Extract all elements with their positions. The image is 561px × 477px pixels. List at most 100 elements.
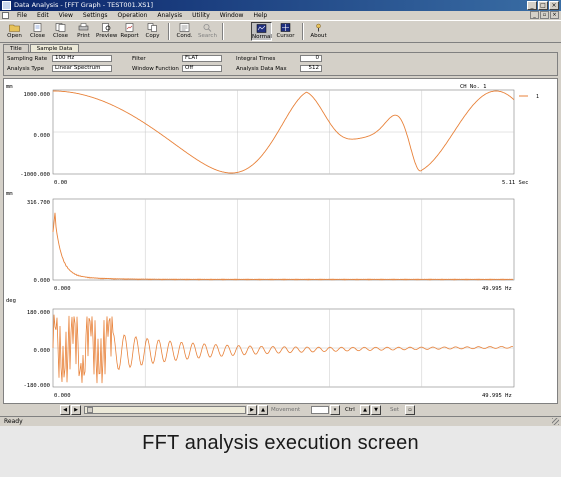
report-button[interactable]: Report [119, 22, 140, 41]
integral-times-value: 0 [300, 55, 322, 62]
open-button[interactable]: Open [4, 22, 25, 41]
normal-view-icon [256, 24, 267, 33]
time-xmin-label: 0.00 [54, 180, 67, 186]
normal-label: Normal [252, 34, 272, 40]
app-window: Data Analysis - [FFT Graph - TEST001.XS1… [0, 0, 561, 426]
analysis-data-max-value: 512 [300, 65, 322, 72]
open-label: Open [7, 33, 22, 39]
maximize-button[interactable]: □ [538, 1, 548, 10]
scroll-left-button[interactable]: ◀ [60, 405, 70, 415]
movement-label: Movement [271, 407, 301, 413]
tab-title[interactable]: Title [3, 44, 29, 52]
movement-input[interactable] [311, 406, 329, 414]
phase-xmin-label: 0.000 [54, 393, 71, 399]
graph-panel: mm CH No. 1 1000.000 0.000 -1000.000 0.0… [3, 78, 558, 404]
time-gridlines [53, 90, 514, 174]
title-bar: Data Analysis - [FFT Graph - TEST001.XS1… [0, 0, 561, 11]
integral-times-label: Integral Times [236, 56, 276, 62]
menu-file[interactable]: File [12, 12, 32, 19]
menu-view[interactable]: View [54, 12, 78, 19]
copy-button[interactable]: Copy [142, 22, 163, 41]
menu-help[interactable]: Help [248, 12, 272, 19]
sampling-rate-label: Sampling Rate [7, 56, 48, 62]
print-label: Print [77, 33, 90, 39]
phase-ymax-label: 180.000 [27, 310, 50, 316]
down-arrow-button[interactable]: ▼ [371, 405, 381, 415]
menu-utility[interactable]: Utility [187, 12, 215, 19]
amplitude-plot-frame [52, 198, 515, 281]
caption: FFT analysis execution screen [142, 432, 419, 454]
window-function-value: Off [182, 65, 222, 72]
status-text: Ready [4, 418, 23, 425]
menu-operation[interactable]: Operation [113, 12, 153, 19]
about-icon [316, 23, 321, 32]
scroll-start-button[interactable]: ▶ [71, 405, 81, 415]
sampling-rate-value: 100 Hz [52, 55, 112, 62]
normal-button[interactable]: Normal [251, 22, 272, 41]
minimize-button[interactable]: _ [527, 1, 537, 10]
amplitude-ymin-label: 0.000 [33, 278, 50, 284]
window-title: Data Analysis - [FFT Graph - TEST001.XS1… [14, 1, 154, 9]
scroll-end-button[interactable]: ▲ [258, 405, 268, 415]
menu-settings[interactable]: Settings [78, 12, 113, 19]
phase-spectrum-line [52, 314, 514, 384]
condition-icon [179, 23, 190, 32]
resize-grip[interactable] [552, 418, 559, 425]
preview-button[interactable]: Preview [96, 22, 117, 41]
close-button[interactable]: × [549, 1, 559, 10]
phase-ymid-label: 0.000 [33, 348, 50, 354]
cursor-label: Cursor [276, 33, 295, 39]
set-button[interactable]: ▫ [405, 405, 415, 415]
child-close-button[interactable]: × [550, 11, 559, 19]
search-label: Search [198, 33, 217, 39]
close-all-button[interactable]: Close [50, 22, 71, 41]
ctrl-label: Ctrl [345, 407, 355, 413]
app-icon [2, 1, 11, 10]
printer-icon [78, 23, 89, 31]
cursor-button[interactable]: Cursor [275, 22, 296, 41]
about-label: About [310, 33, 327, 39]
time-ymid-label: 0.000 [33, 133, 50, 139]
legend-channel-number: 1 [536, 94, 539, 100]
time-ymax-label: 1000.000 [24, 92, 51, 98]
amplitude-xmax-label: 49.995 Hz [482, 286, 512, 292]
about-button[interactable]: About [308, 22, 329, 41]
search-icon [203, 24, 212, 32]
tab-sample-data[interactable]: Sample Data [29, 44, 80, 52]
close-all-icon [55, 23, 66, 32]
horizontal-scrollbar[interactable] [84, 406, 246, 414]
amplitude-unit-label: mm [6, 191, 13, 197]
menu-bar: File Edit View Settings Operation Analys… [0, 11, 561, 20]
condition-button[interactable]: Cond. [174, 22, 195, 41]
window-function-label: Window Function [132, 66, 179, 72]
preview-icon [102, 23, 111, 32]
time-xmax-label: 5.11 Sec [502, 180, 529, 186]
report-icon [125, 23, 134, 32]
analysis-info-panel: Sampling Rate 100 Hz Analysis Type Linea… [3, 52, 558, 76]
scroll-thumb[interactable] [87, 407, 93, 413]
print-button[interactable]: Print [73, 22, 94, 41]
toolbar: Open Close Close Print Preview Report Co… [0, 20, 561, 43]
search-button[interactable]: Search [197, 22, 218, 41]
menu-edit[interactable]: Edit [32, 12, 54, 19]
movement-spin-button[interactable]: ▾ [330, 405, 340, 415]
scroll-right-button[interactable]: ▶ [247, 405, 257, 415]
time-unit-label: mm [6, 84, 13, 90]
phase-xmax-label: 49.995 Hz [482, 393, 512, 399]
amplitude-ymax-label: 316.700 [27, 200, 50, 206]
up-arrow-button[interactable]: ▲ [360, 405, 370, 415]
menu-window[interactable]: Window [215, 12, 249, 19]
child-restore-button[interactable]: ▫ [540, 11, 549, 19]
close-all-label: Close [53, 33, 68, 39]
tab-strip: Title Sample Data [3, 44, 80, 52]
bottom-controls: ◀ ▶ ▶ ▲ Movement ▾ Ctrl ▲ ▼ Set ▫ [0, 404, 561, 416]
filter-value: FLAT [182, 55, 222, 62]
filter-label: Filter [132, 56, 146, 62]
child-minimize-button[interactable]: _ [530, 11, 539, 19]
report-label: Report [120, 33, 139, 39]
status-bar: Ready [0, 416, 561, 426]
document-icon[interactable] [2, 12, 9, 19]
close-file-button[interactable]: Close [27, 22, 48, 41]
amplitude-gridlines [144, 199, 423, 280]
menu-analysis[interactable]: Analysis [152, 12, 187, 19]
